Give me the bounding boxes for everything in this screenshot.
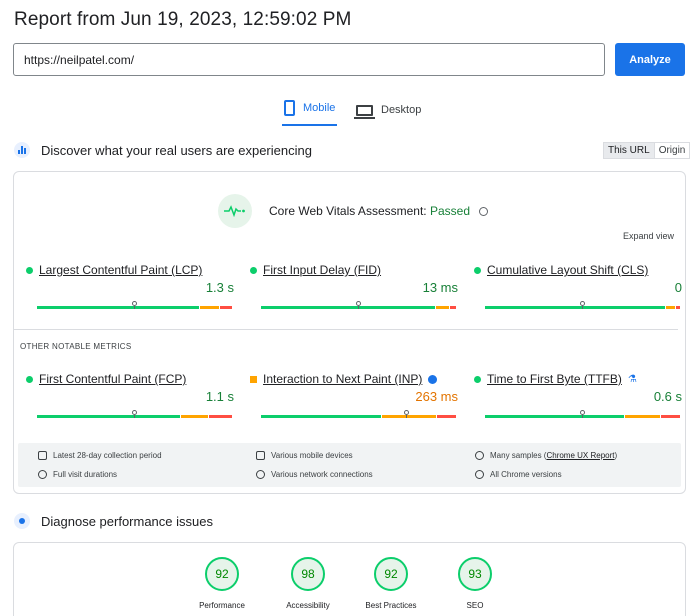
metric-cls-value: 0 [674, 280, 682, 295]
distribution-segment [435, 306, 450, 309]
lab-section-title: Diagnose performance issues [41, 513, 213, 529]
metric-fid: First Input Delay (FID) 13 ms [250, 263, 458, 295]
distribution-segment [485, 306, 665, 309]
field-section-title: Discover what your real users are experi… [41, 142, 312, 158]
chrome-icon [475, 470, 484, 479]
distribution-segment [665, 306, 676, 309]
metric-ttfb-link[interactable]: Time to First Byte (TTFB) [487, 372, 622, 386]
distribution-segment [180, 415, 208, 418]
distribution-segment [676, 306, 680, 309]
distribution-segment [261, 415, 381, 418]
metric-fcp-link[interactable]: First Contentful Paint (FCP) [39, 372, 186, 386]
url-input[interactable]: https://neilpatel.com/ [13, 43, 605, 76]
pulse-icon [224, 205, 245, 217]
metric-distribution-bar [261, 301, 456, 309]
good-status-icon [26, 375, 33, 383]
tab-desktop-label: Desktop [381, 104, 422, 116]
distribution-segment [450, 306, 456, 309]
distribution-segment [208, 415, 232, 418]
assessment-status: Passed [429, 204, 470, 218]
metrics-divider [14, 329, 678, 330]
percentile-marker [579, 301, 585, 309]
calendar-icon [38, 451, 47, 460]
metric-distribution-bar [261, 410, 456, 418]
distribution-segment [381, 415, 436, 418]
score-gauge-best-practices[interactable]: 92 [374, 557, 408, 591]
tab-mobile-label: Mobile [303, 102, 336, 114]
field-data-info-bar: Latest 28-day collection period Full vis… [18, 443, 681, 487]
other-metrics-label: OTHER NOTABLE METRICS [20, 342, 132, 351]
origin-toggle[interactable]: Origin [653, 143, 690, 158]
metric-ttfb: Time to First Byte (TTFB) ⚗ 0.6 s [474, 372, 682, 404]
tab-desktop[interactable]: Desktop [354, 96, 422, 124]
percentile-marker [579, 410, 585, 418]
metric-cls-link[interactable]: Cumulative Layout Shift (CLS) [487, 263, 648, 277]
distribution-segment [624, 415, 660, 418]
diagnose-icon [14, 513, 30, 529]
good-status-icon [26, 266, 33, 274]
metric-inp-link[interactable]: Interaction to Next Paint (INP) [263, 372, 422, 386]
cwv-assessment: Core Web Vitals Assessment: Passed [269, 204, 489, 218]
devices-icon [256, 451, 265, 460]
score-label-seo: SEO [466, 601, 484, 610]
score-gauge-performance[interactable]: 92 [205, 557, 239, 591]
metric-lcp-value: 1.3 s [205, 280, 234, 295]
metric-lcp: Largest Contentful Paint (LCP) 1.3 s [26, 263, 234, 295]
users-icon [14, 142, 30, 158]
metric-distribution-bar [485, 301, 680, 309]
score-label-performance: Performance [199, 601, 245, 610]
metric-inp: Interaction to Next Paint (INP) 263 ms [250, 372, 458, 404]
info-icon[interactable] [428, 374, 438, 384]
score-label-accessibility: Accessibility [286, 601, 330, 610]
good-status-icon [474, 375, 481, 383]
metric-fid-value: 13 ms [422, 280, 458, 295]
score-gauge-seo[interactable]: 93 [458, 557, 492, 591]
field-section-heading: Discover what your real users are experi… [14, 142, 312, 158]
good-status-icon [250, 266, 257, 274]
percentile-marker [131, 301, 137, 309]
metric-distribution-bar [37, 410, 232, 418]
metric-distribution-bar [37, 301, 232, 309]
wifi-icon [256, 470, 265, 479]
chrome-ux-report-link[interactable]: Chrome UX Report [546, 451, 614, 460]
metric-inp-value: 263 ms [415, 389, 458, 404]
distribution-segment [200, 306, 220, 309]
lab-section-heading: Diagnose performance issues [14, 513, 213, 529]
metric-ttfb-value: 0.6 s [653, 389, 682, 404]
metric-fcp: First Contentful Paint (FCP) 1.1 s [26, 372, 234, 404]
samples-icon [475, 451, 484, 460]
url-origin-toggle: This URL Origin [603, 142, 691, 159]
flask-icon: ⚗ [627, 373, 637, 385]
distribution-segment [436, 415, 456, 418]
metric-fid-link[interactable]: First Input Delay (FID) [263, 263, 381, 277]
distribution-segment [485, 415, 624, 418]
distribution-segment [220, 306, 232, 309]
score-label-best-practices: Best Practices [365, 601, 417, 610]
help-icon[interactable] [479, 207, 489, 217]
good-status-icon [474, 266, 481, 274]
distribution-segment [37, 306, 200, 309]
phone-icon [284, 100, 295, 116]
core-web-vitals-badge [218, 194, 252, 228]
this-url-toggle[interactable]: This URL [604, 143, 654, 158]
metric-cls: Cumulative Layout Shift (CLS) 0 [474, 263, 682, 295]
average-status-icon [250, 375, 257, 383]
analyze-button[interactable]: Analyze [615, 43, 685, 76]
metric-fcp-value: 1.1 s [205, 389, 234, 404]
score-gauge-accessibility[interactable]: 98 [291, 557, 325, 591]
distribution-segment [660, 415, 680, 418]
expand-view-button[interactable]: Expand view [623, 231, 674, 241]
metric-lcp-link[interactable]: Largest Contentful Paint (LCP) [39, 263, 202, 277]
laptop-icon [354, 104, 375, 119]
percentile-marker [355, 301, 361, 309]
percentile-marker [131, 410, 137, 418]
distribution-segment [261, 306, 435, 309]
stopwatch-icon [38, 470, 47, 479]
report-title: Report from Jun 19, 2023, 12:59:02 PM [14, 9, 352, 30]
metric-distribution-bar [485, 410, 680, 418]
distribution-segment [37, 415, 180, 418]
tab-mobile[interactable]: Mobile [282, 96, 338, 126]
